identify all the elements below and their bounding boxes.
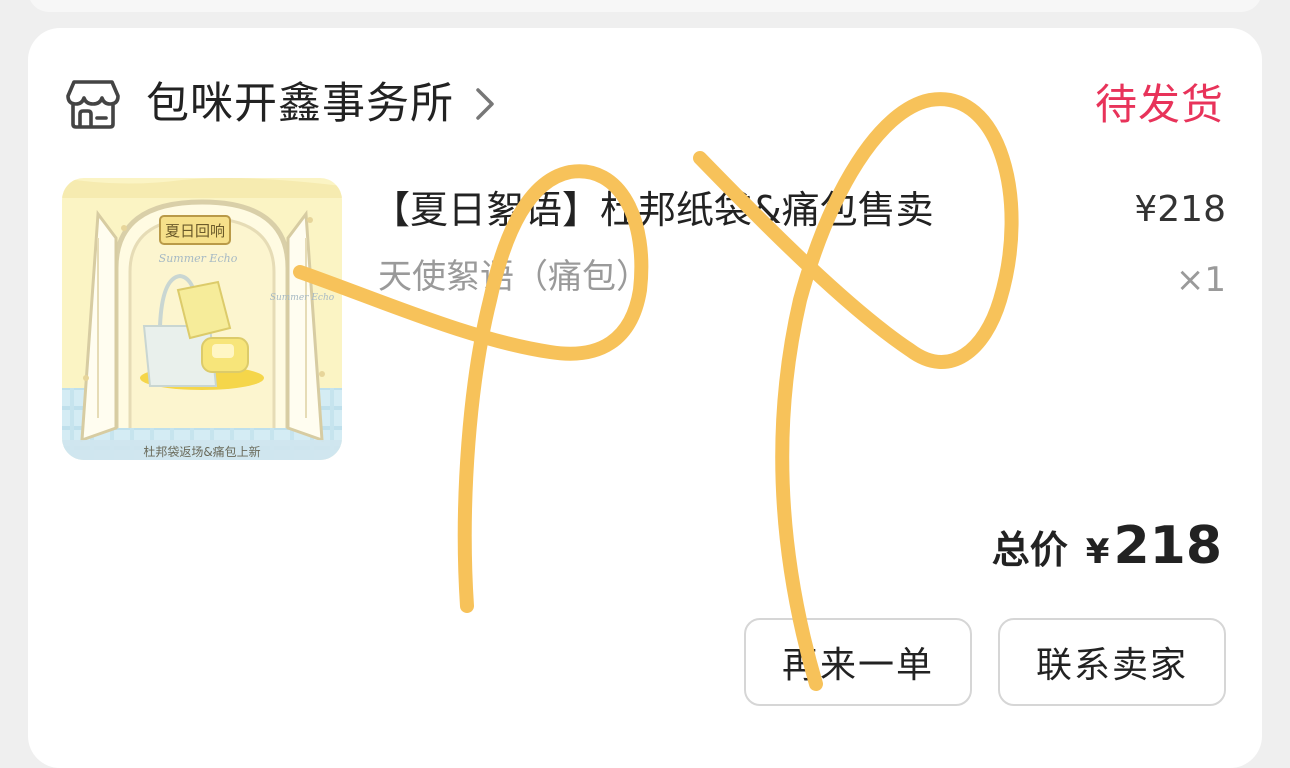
item-quantity: ×1 — [1175, 260, 1226, 300]
total-value: 218 — [1113, 516, 1222, 576]
product-thumbnail[interactable]: 夏日回响 Summer Echo Summer Echo 杜邦袋返场&痛包上新 — [62, 178, 342, 460]
shop-name-link[interactable]: 包咪开鑫事务所 — [146, 76, 454, 132]
thumbnail-script-text: Summer Echo — [159, 252, 238, 265]
thumbnail-sign-text: 夏日回响 — [165, 222, 225, 240]
total-label: 总价 — [991, 528, 1068, 572]
order-total: 总价 ¥ 218 — [992, 516, 1222, 576]
previous-card-edge — [28, 0, 1262, 12]
contact-seller-button[interactable]: 联系卖家 — [998, 618, 1226, 706]
product-title[interactable]: 【夏日絮语】杜邦纸袋&痛包售卖 — [372, 184, 934, 236]
product-spec: 天使絮语（痛包） — [378, 257, 650, 297]
thumbnail-caption: 杜邦袋返场&痛包上新 — [143, 444, 260, 459]
thumbnail-side-text: Summer Echo — [270, 293, 335, 303]
item-price: ¥218 — [1134, 189, 1226, 230]
thumbnail-artwork: 夏日回响 Summer Echo Summer Echo 杜邦袋返场&痛包上新 — [62, 178, 342, 460]
store-icon — [66, 80, 120, 129]
order-status: 待发货 — [1094, 80, 1224, 129]
total-currency: ¥ — [1085, 532, 1110, 572]
chevron-right-icon[interactable] — [470, 86, 498, 122]
reorder-button[interactable]: 再来一单 — [744, 618, 972, 706]
